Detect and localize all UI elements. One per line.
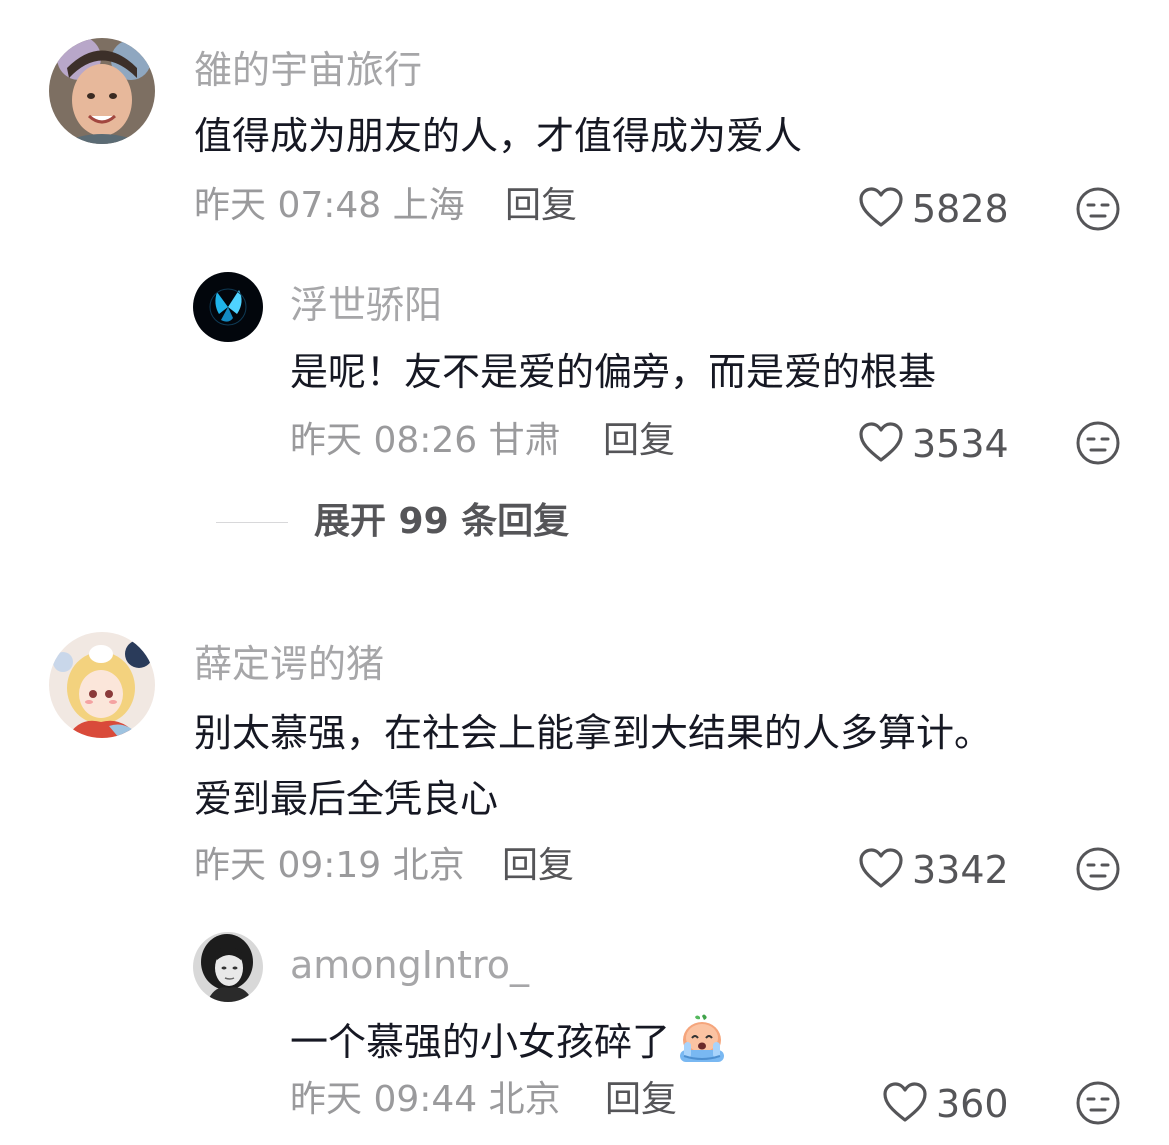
- comment-username[interactable]: 雒的宇宙旅行: [194, 51, 422, 89]
- comment-text: 值得成为朋友的人，才值得成为爱人: [194, 114, 803, 158]
- heart-outline-icon: [882, 1081, 928, 1127]
- dislike-button[interactable]: [1075, 1080, 1121, 1130]
- unamused-face-icon: [1075, 1081, 1121, 1130]
- expand-replies-label: 展开 99 条回复: [314, 501, 570, 542]
- dislike-button[interactable]: [1075, 420, 1121, 470]
- reply-meta: 昨天 08:26 甘肃: [290, 423, 561, 459]
- like-count: 3342: [912, 848, 1009, 892]
- dislike-button[interactable]: [1075, 186, 1121, 236]
- like-button[interactable]: 3534: [858, 421, 1009, 467]
- comment-text: 别太慕强，在社会上能拿到大结果的人多算计。: [194, 711, 993, 755]
- like-button[interactable]: 3342: [858, 847, 1009, 893]
- crying-face-emoji: [674, 1012, 730, 1072]
- like-count: 5828: [912, 187, 1009, 231]
- reply-button[interactable]: 回复: [505, 188, 577, 224]
- comment-time: 昨天 07:48: [194, 185, 382, 226]
- reply-button[interactable]: 回复: [502, 848, 574, 884]
- like-button[interactable]: 360: [882, 1081, 1009, 1127]
- reply-username[interactable]: 浮世骄阳: [290, 286, 442, 324]
- comment-meta: 昨天 09:19 北京: [194, 848, 465, 884]
- unamused-face-icon: [1075, 421, 1121, 470]
- heart-outline-icon: [858, 186, 904, 232]
- reply-button[interactable]: 回复: [603, 423, 675, 459]
- unamused-face-icon: [1075, 187, 1121, 236]
- comment-location: 上海: [392, 185, 465, 226]
- like-count: 3534: [912, 422, 1009, 466]
- reply-time: 昨天 09:44: [290, 1079, 478, 1120]
- divider-line: [216, 521, 288, 523]
- avatar[interactable]: [49, 632, 155, 738]
- reply-text: 是呢！友不是爱的偏旁，而是爱的根基: [290, 350, 937, 394]
- reply-text-content: 一个慕强的小女孩碎了: [290, 1020, 671, 1064]
- avatar[interactable]: [193, 932, 263, 1002]
- heart-outline-icon: [858, 847, 904, 893]
- like-count: 360: [936, 1082, 1009, 1126]
- like-button[interactable]: 5828: [858, 186, 1009, 232]
- reply-meta: 昨天 09:44 北京: [290, 1082, 561, 1118]
- comment-username[interactable]: 薛定谔的猪: [194, 645, 384, 683]
- comment-location: 北京: [392, 845, 465, 886]
- dislike-button[interactable]: [1075, 846, 1121, 896]
- avatar[interactable]: [193, 272, 263, 342]
- comment-text: 爱到最后全凭良心: [194, 777, 499, 821]
- reply-text: 一个慕强的小女孩碎了: [290, 1012, 730, 1072]
- comment-meta: 昨天 07:48 上海: [194, 188, 465, 224]
- expand-replies-button[interactable]: 展开 99 条回复: [216, 504, 569, 540]
- reply-time: 昨天 08:26: [290, 420, 478, 461]
- unamused-face-icon: [1075, 847, 1121, 896]
- reply-location: 北京: [488, 1079, 561, 1120]
- comment-time: 昨天 09:19: [194, 845, 382, 886]
- reply-username[interactable]: amongIntro_: [290, 946, 529, 984]
- avatar[interactable]: [49, 38, 155, 144]
- heart-outline-icon: [858, 421, 904, 467]
- reply-button[interactable]: 回复: [605, 1082, 677, 1118]
- reply-location: 甘肃: [488, 420, 561, 461]
